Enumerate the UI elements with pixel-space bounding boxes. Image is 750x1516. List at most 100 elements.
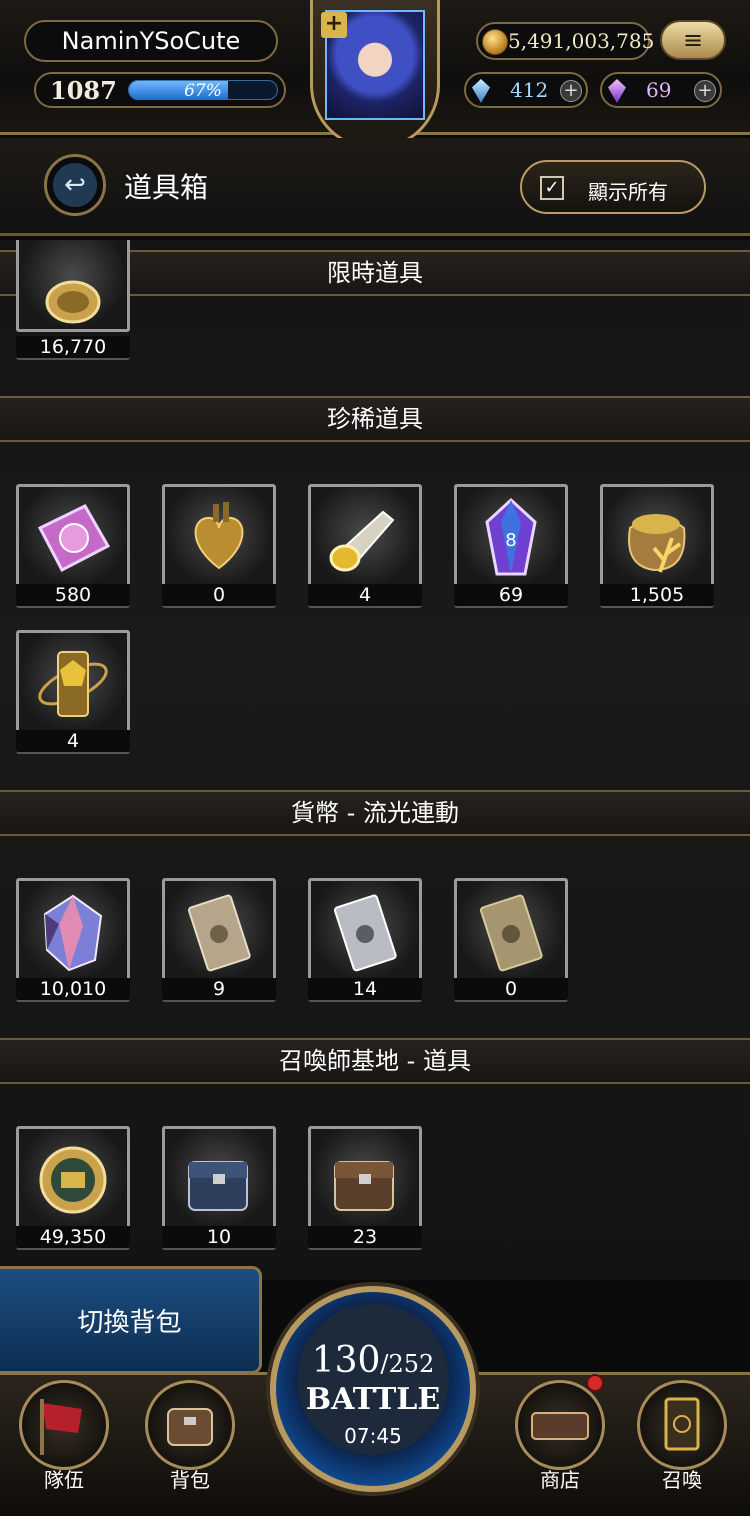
purple-gem-amount: 69: [646, 78, 672, 102]
item-count: 49,350: [16, 1226, 130, 1250]
section-header-rare: 珍稀道具: [0, 396, 750, 442]
item-tile: [16, 240, 130, 332]
summon-card-icon: [637, 1380, 727, 1470]
avatar-plus-icon[interactable]: +: [321, 12, 347, 38]
item-count: 580: [16, 584, 130, 608]
battle-label: BATTLE: [305, 1382, 441, 1417]
nav-bag-label: 背包: [170, 1468, 210, 1492]
gold-ticket-icon: [479, 894, 543, 972]
golden-orbit-relic-icon: [38, 651, 108, 717]
inventory-item[interactable]: 10: [162, 1126, 276, 1252]
item-count: 69: [454, 584, 568, 608]
item-count: 1,505: [600, 584, 714, 608]
back-button[interactable]: ↩: [44, 154, 106, 216]
top-status-bar: NaminYSoCute 1087 67% + 5,491,003,785 ≡ …: [0, 0, 750, 150]
item-count: 9: [162, 978, 276, 1002]
item-tile: [308, 878, 422, 986]
inventory-item[interactable]: 49,350: [16, 1126, 130, 1252]
item-tile: [308, 484, 422, 592]
item-tile: [162, 878, 276, 986]
item-count: 14: [308, 978, 422, 1002]
inventory-item[interactable]: 9: [162, 878, 276, 1004]
inventory-item[interactable]: 8 69: [454, 484, 568, 610]
inventory-item[interactable]: 580: [16, 484, 130, 610]
inventory-item[interactable]: 10,010: [16, 878, 130, 1004]
xp-bar: 67%: [128, 80, 278, 100]
add-purple-gems-button[interactable]: +: [694, 80, 716, 102]
nav-summon[interactable]: 召喚: [632, 1380, 732, 1492]
item-count: 4: [308, 584, 422, 608]
nav-bag[interactable]: 背包: [140, 1380, 240, 1492]
nav-team[interactable]: 隊伍: [14, 1380, 114, 1492]
page-title: 道具箱: [124, 171, 209, 204]
item-count: 10,010: [16, 978, 130, 1002]
nav-team-label: 隊伍: [44, 1468, 84, 1492]
bronze-ticket-icon: [187, 894, 251, 972]
silver-ticket-icon: [333, 894, 397, 972]
player-avatar-frame[interactable]: +: [310, 0, 440, 150]
show-all-label: 顯示所有: [588, 180, 668, 204]
gold-counter: 5,491,003,785: [476, 22, 654, 60]
blue-gem-amount: 412: [510, 78, 549, 102]
item-tile: [600, 484, 714, 592]
stamina-display: 130/252: [276, 1340, 470, 1381]
backpack-icon: [145, 1380, 235, 1470]
item-tile: [308, 1126, 422, 1234]
gold-coin-icon: [482, 29, 508, 55]
golden-horn-icon: [329, 510, 395, 572]
level-panel: 1087 67%: [34, 72, 286, 108]
stamina-current: 130: [311, 1340, 381, 1381]
item-count: 0: [454, 978, 568, 1002]
iridescent-gem-icon: [43, 894, 103, 972]
pink-crystal-card-icon: [37, 504, 111, 573]
back-arrow-icon: ↩: [64, 170, 86, 200]
xp-percent: 67%: [184, 81, 222, 100]
switch-bag-button[interactable]: 切換背包: [0, 1266, 262, 1374]
item-tile: [162, 1126, 276, 1234]
inventory-item[interactable]: 4: [308, 484, 422, 610]
item-count: 16,770: [16, 336, 130, 360]
battle-button[interactable]: 130/252 BATTLE 07:45: [270, 1286, 476, 1492]
show-all-toggle[interactable]: ✓ 顯示所有: [520, 160, 706, 214]
inventory-item[interactable]: 14: [308, 878, 422, 1004]
add-blue-gems-button[interactable]: +: [560, 80, 582, 102]
item-tile: [454, 878, 568, 986]
item-tile: [16, 484, 130, 592]
player-level: 1087: [50, 76, 117, 105]
item-tile: 8: [454, 484, 568, 592]
item-tile: [162, 484, 276, 592]
shop-sign-icon: [515, 1380, 605, 1470]
inventory-item[interactable]: 0: [454, 878, 568, 1004]
item-tile: [16, 878, 130, 986]
inventory-item[interactable]: 4: [16, 630, 130, 756]
inventory-item[interactable]: 0: [162, 484, 276, 610]
svg-text:8: 8: [505, 530, 516, 551]
item-tile: [16, 630, 130, 738]
main-menu-button[interactable]: ≡: [660, 20, 726, 60]
stamina-timer: 07:45: [344, 1424, 402, 1448]
inventory-item[interactable]: 23: [308, 1126, 422, 1252]
inventory-list[interactable]: 限時道具 16,770 珍稀道具 580 0 4 8 69 1,505 4 貨幣…: [0, 240, 750, 1280]
red-flag-icon: [19, 1380, 109, 1470]
stamina-max: /252: [380, 1350, 435, 1378]
item-count: 0: [162, 584, 276, 608]
section-header-currency: 貨幣 - 流光連動: [0, 790, 750, 836]
checkbox-icon[interactable]: ✓: [540, 176, 564, 200]
inventory-item[interactable]: 16,770: [16, 240, 130, 362]
blue-gem-counter: 412 +: [464, 72, 588, 108]
item-count: 23: [308, 1226, 422, 1250]
golden-heart-icon: [194, 502, 244, 570]
blue-backpack-icon: [188, 1161, 248, 1211]
purple-gem-counter: 69 +: [600, 72, 722, 108]
purple-crystal-icon: 8: [485, 497, 537, 576]
blue-crystal-icon: [472, 79, 490, 103]
player-name[interactable]: NaminYSoCute: [24, 20, 278, 62]
section-header-base: 召喚師基地 - 道具: [0, 1038, 750, 1084]
throne-medal-icon: [39, 1146, 107, 1214]
seed-sack-icon: [628, 514, 686, 573]
nav-summon-label: 召喚: [662, 1468, 702, 1492]
nav-shop-label: 商店: [540, 1468, 580, 1492]
nav-shop[interactable]: 商店: [510, 1374, 610, 1492]
inventory-item[interactable]: 1,505: [600, 484, 714, 610]
item-count: 4: [16, 730, 130, 754]
